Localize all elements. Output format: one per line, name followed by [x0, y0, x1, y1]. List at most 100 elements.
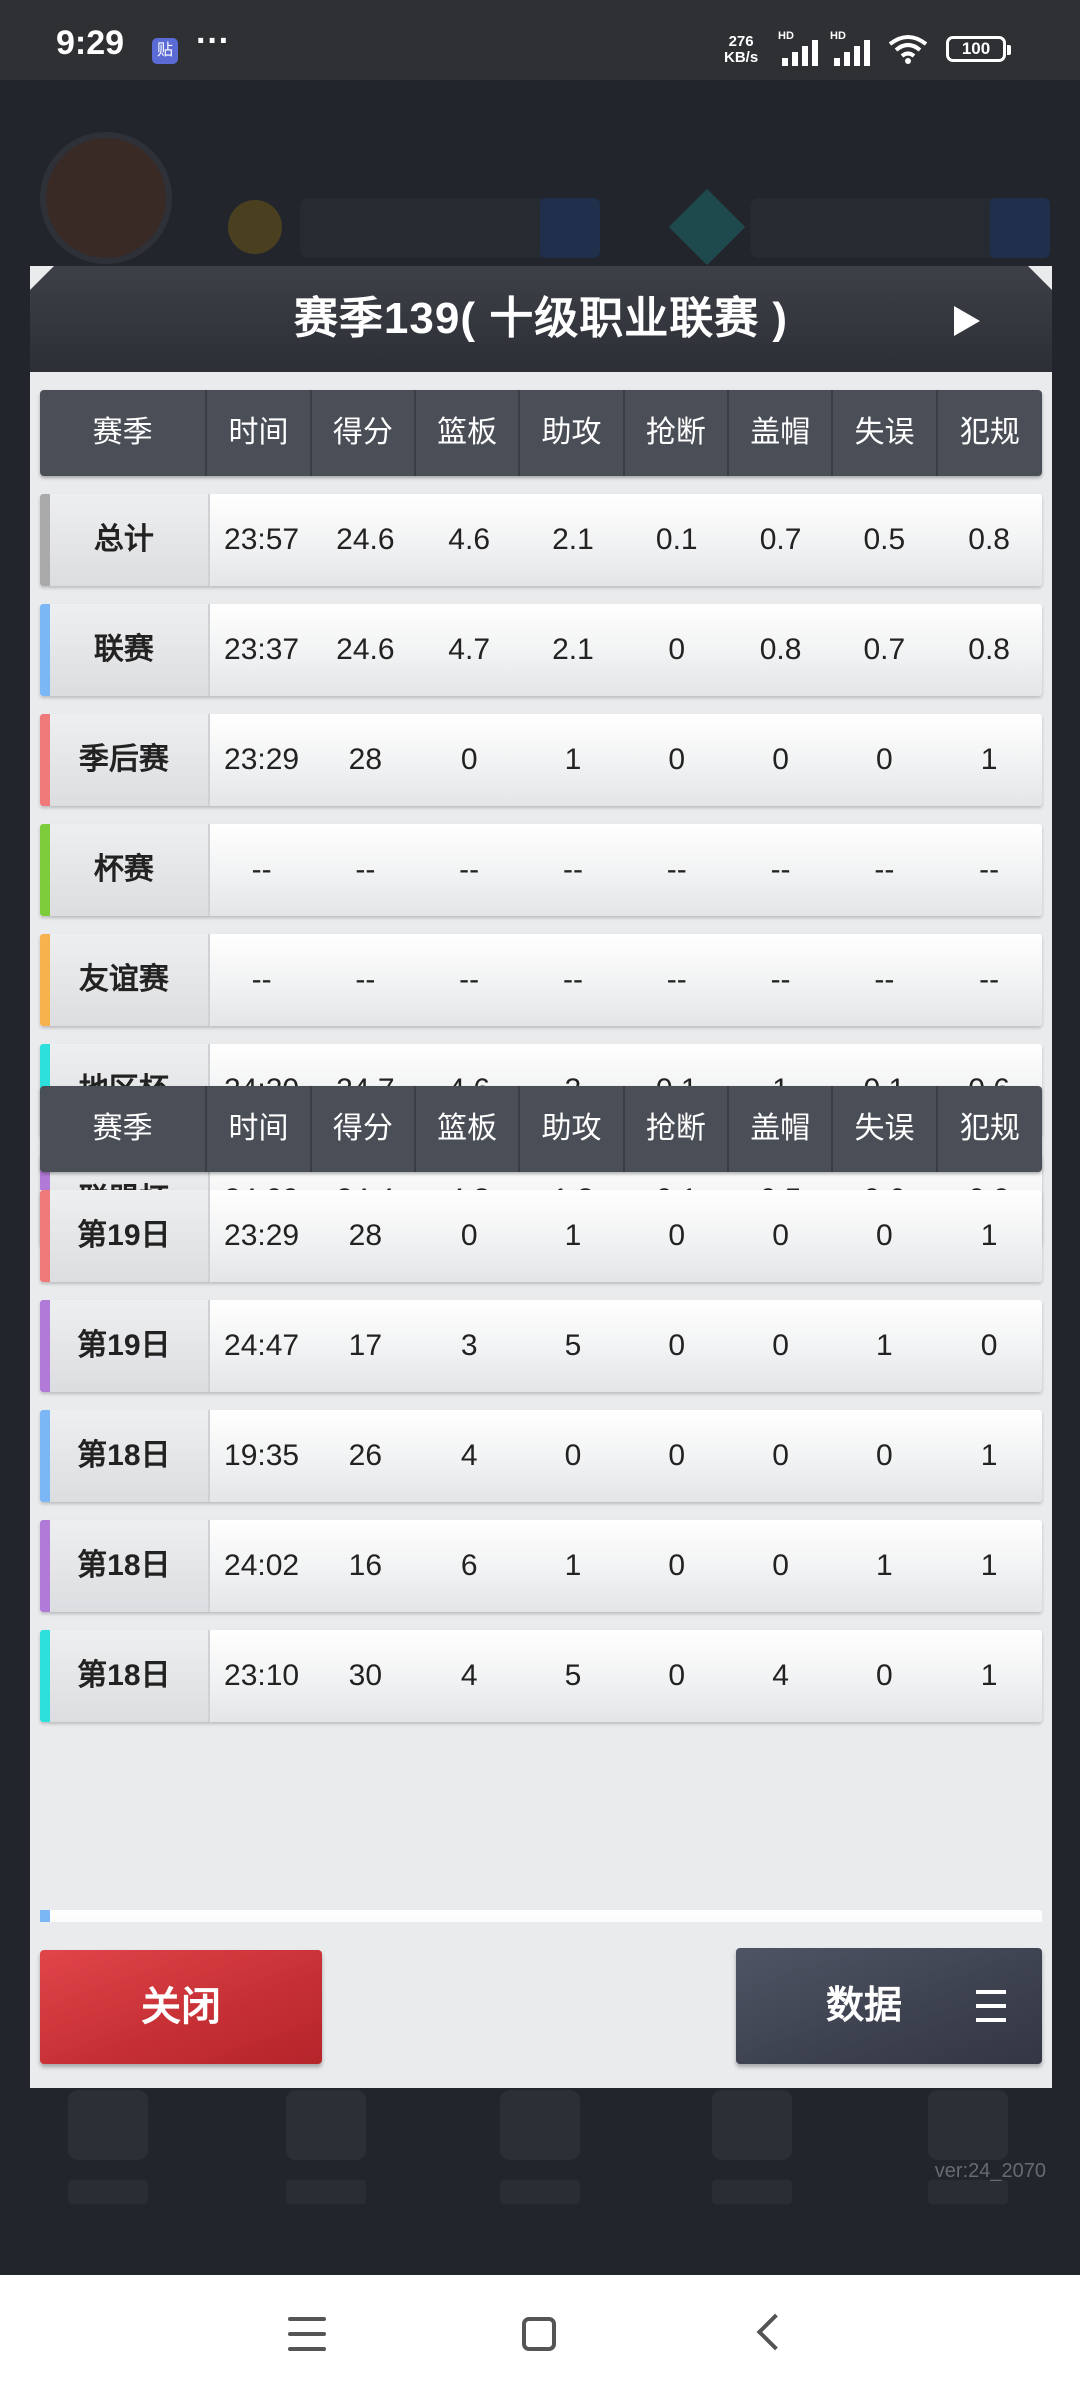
table-row[interactable]: 联赛 23:37 24.6 4.7 2.1 0 0.8 0.7 0.8 [40, 604, 1042, 696]
stat-cell: 23:10 [224, 1659, 300, 1692]
table-row[interactable]: 第19日 23:29 28 0 1 0 0 0 1 [40, 1190, 1042, 1282]
header-cell[interactable]: 盖帽 [729, 390, 834, 476]
status-bar: 9:29 贴 ··· 276 KB/s HD HD 100 [0, 0, 1080, 80]
system-nav-bar [0, 2275, 1080, 2400]
header-cell[interactable]: 犯规 [938, 390, 1042, 476]
stat-cell: -- [459, 963, 480, 996]
stat-cell: 24.6 [336, 523, 395, 556]
table-row[interactable]: 第19日 24:47 17 3 5 0 0 1 0 [40, 1300, 1042, 1392]
header-cell[interactable]: 赛季 [40, 390, 208, 476]
more-notifications-icon: ··· [196, 22, 230, 60]
stat-cell: 1 [980, 743, 998, 776]
stat-cell: -- [666, 963, 687, 996]
stat-cell: 0 [668, 743, 686, 776]
header-cell[interactable]: 篮板 [416, 1086, 521, 1172]
row-label: 第18日 [40, 1630, 210, 1722]
stat-cell: 0.5 [863, 523, 906, 556]
battery-icon: 100 [946, 36, 1011, 62]
stat-cell: 0 [876, 1659, 893, 1692]
header-cell[interactable]: 助攻 [520, 390, 625, 476]
nav-home-icon[interactable] [522, 2317, 556, 2351]
stat-cell: 0 [668, 1219, 686, 1252]
background-bottom-nav [0, 2070, 1080, 2240]
stat-cell: 0 [772, 1439, 789, 1472]
stat-cell: 6 [460, 1549, 478, 1582]
hd-label: HD [830, 30, 846, 42]
table-row[interactable]: 杯赛 -- -- -- -- -- -- -- -- [40, 824, 1042, 916]
table-row[interactable]: 第18日 23:10 30 4 5 0 4 0 1 [40, 1630, 1042, 1722]
season-stats-dialog: 赛季139( 十级职业联赛 ) 赛季 时间 得分 篮板 助攻 抢断 盖帽 失误 … [30, 266, 1052, 2088]
header-cell[interactable]: 篮板 [416, 390, 521, 476]
play-icon[interactable] [954, 306, 980, 336]
header-cell[interactable]: 得分 [312, 1086, 416, 1172]
stat-cell: -- [355, 853, 376, 886]
stat-cell: 26 [348, 1439, 383, 1472]
header-cell[interactable]: 失误 [833, 390, 938, 476]
stat-cell: -- [666, 853, 687, 886]
row-color-stripe [40, 1630, 50, 1722]
stat-cell: 0 [668, 1439, 686, 1472]
stat-cell: 16 [348, 1549, 383, 1582]
menu-icon [976, 1990, 1006, 2022]
stat-cell: -- [770, 963, 791, 996]
nav-menu-icon[interactable] [288, 2317, 326, 2353]
header-cell[interactable]: 时间 [207, 390, 312, 476]
header-cell[interactable]: 抢断 [625, 390, 730, 476]
stat-cell: 0 [668, 1549, 686, 1582]
stat-cell: 0 [668, 1329, 686, 1362]
stat-cell: 28 [348, 1219, 383, 1252]
row-label: 联赛 [40, 604, 210, 696]
table-row[interactable]: 季后赛 23:29 28 0 1 0 0 0 1 [40, 714, 1042, 806]
table-row[interactable]: 总计 23:57 24.6 4.6 2.1 0.1 0.7 0.5 0.8 [40, 494, 1042, 586]
stat-cell: 0.7 [759, 523, 802, 556]
stat-cell: 23:29 [224, 1219, 300, 1252]
stat-cell: -- [459, 853, 480, 886]
version-label: ver:24_2070 [934, 2160, 1046, 2182]
header-cell[interactable]: 犯规 [938, 1086, 1042, 1172]
row-label: 友谊赛 [40, 934, 210, 1026]
table-row[interactable]: 第18日 24:02 16 6 1 0 0 1 1 [40, 1520, 1042, 1612]
close-button[interactable]: 关闭 [40, 1950, 322, 2064]
stat-cell: -- [355, 963, 376, 996]
header-cell[interactable]: 赛季 [40, 1086, 208, 1172]
stat-cell: 0.8 [759, 633, 802, 666]
header-cell[interactable]: 失误 [833, 1086, 938, 1172]
header-cell[interactable]: 盖帽 [729, 1086, 834, 1172]
stat-cell: 23:37 [224, 633, 300, 666]
table-row-partial [40, 1910, 1042, 1922]
net-speed-unit: KB/s [724, 49, 759, 66]
stat-cell: -- [562, 853, 583, 886]
data-menu-button[interactable]: 数据 [736, 1948, 1042, 2064]
header-cell[interactable]: 得分 [312, 390, 416, 476]
table-row[interactable]: 友谊赛 -- -- -- -- -- -- -- -- [40, 934, 1042, 1026]
wifi-icon [888, 35, 928, 64]
stat-cell: 2.1 [552, 633, 594, 666]
header-cell[interactable]: 时间 [207, 1086, 312, 1172]
row-color-stripe [40, 1410, 50, 1502]
stat-cell: 0 [668, 633, 686, 666]
game-log-table: 赛季 时间 得分 篮板 助攻 抢断 盖帽 失误 犯规 第19日 23:29 28 0 1… [40, 1086, 1042, 1722]
stat-cell: -- [251, 963, 272, 996]
row-color-stripe [40, 1520, 50, 1612]
nav-back-icon[interactable] [756, 2313, 794, 2351]
stat-cell: 1 [876, 1329, 893, 1362]
stat-cell: 3 [460, 1329, 478, 1362]
header-cell[interactable]: 抢断 [625, 1086, 730, 1172]
stat-cell: 1 [564, 1549, 582, 1582]
stat-cell: 0.1 [655, 523, 698, 556]
stat-cell: -- [979, 963, 1000, 996]
row-label: 季后赛 [40, 714, 210, 806]
stat-cell: -- [874, 963, 895, 996]
stat-cell: -- [979, 853, 1000, 886]
gem-icon [668, 188, 746, 266]
header-cell[interactable]: 助攻 [520, 1086, 625, 1172]
stat-cell: 4 [460, 1659, 478, 1692]
stat-cell: 0 [772, 1549, 789, 1582]
table-row[interactable]: 第18日 19:35 26 4 0 0 0 0 1 [40, 1410, 1042, 1502]
stat-cell: 4 [772, 1659, 789, 1692]
stat-cell: -- [251, 853, 272, 886]
stat-cell: 0 [668, 1659, 686, 1692]
stat-cell: -- [874, 853, 895, 886]
row-color-stripe [40, 714, 50, 806]
row-label: 第18日 [40, 1520, 210, 1612]
